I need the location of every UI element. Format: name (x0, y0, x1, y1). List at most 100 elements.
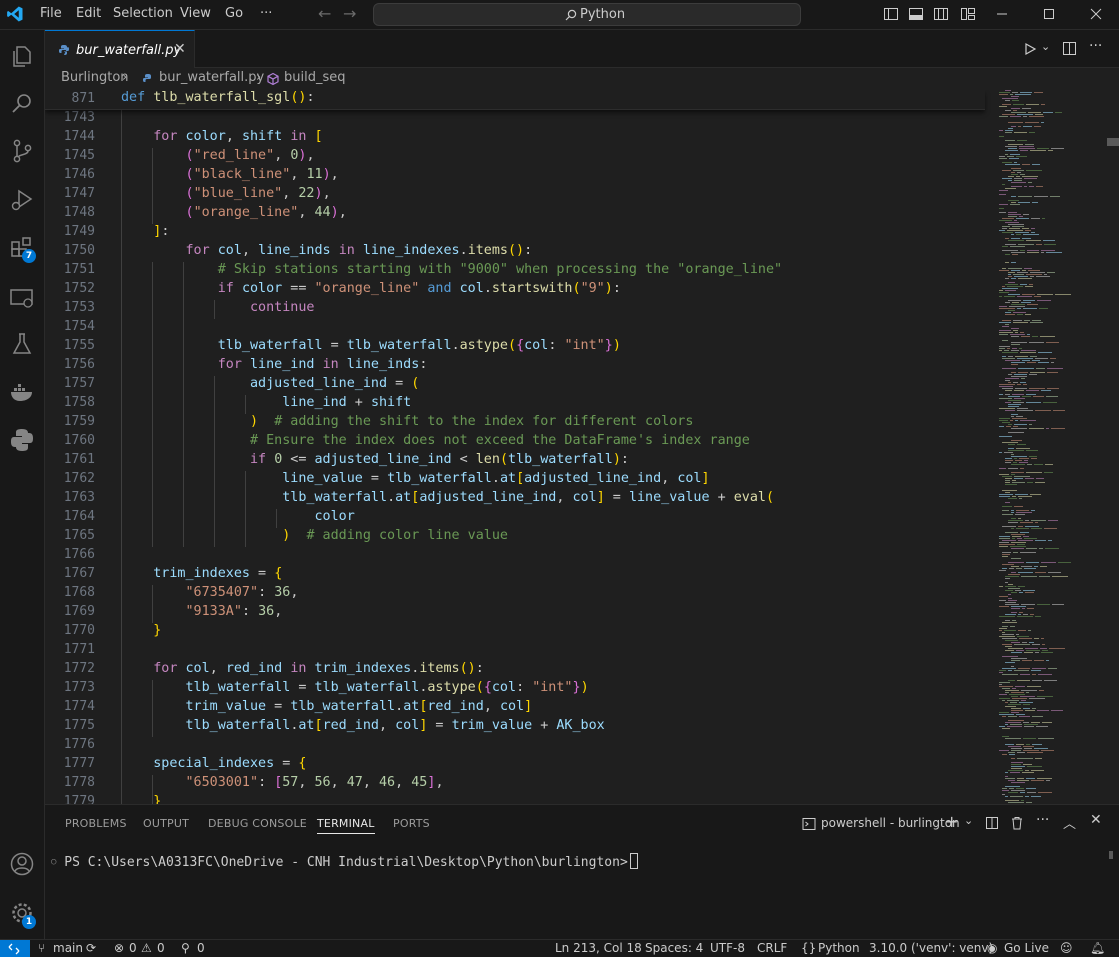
minimap-line (1026, 240, 1041, 241)
terminal-scrollbar-thumb[interactable] (1109, 851, 1113, 859)
remote-indicator[interactable] (0, 940, 30, 957)
minimap-line (1011, 790, 1025, 791)
tab-output[interactable]: OUTPUT (143, 817, 189, 830)
new-terminal-plus-icon[interactable]: + (945, 812, 958, 831)
minimap-line (1008, 300, 1021, 301)
breadcrumb-file[interactable]: bur_waterfall.py (159, 70, 264, 85)
menu-view[interactable]: View (180, 6, 211, 21)
minimap-line (1011, 108, 1020, 109)
menu-go[interactable]: Go (225, 6, 243, 21)
minimap-line (1046, 780, 1050, 781)
minimap-line (1026, 104, 1039, 105)
breadcrumb-folder[interactable]: Burlington (61, 70, 129, 85)
terminal-name[interactable]: powershell - burlington (821, 816, 960, 830)
minimap-line (1023, 116, 1027, 117)
toggle-primary-sidebar-icon[interactable] (883, 6, 899, 22)
customize-layout-icon[interactable] (960, 6, 976, 22)
line-number: 1749 (63, 224, 95, 239)
minimize-icon[interactable] (994, 6, 1010, 22)
code-editor[interactable]: 871 def tlb_waterfall_sgl(): 1743 1744 1… (45, 90, 1119, 804)
minimap-line (999, 350, 1002, 351)
error-count[interactable]: 0 (129, 941, 137, 955)
accounts-icon[interactable] (8, 850, 36, 878)
minimap-line (999, 92, 1010, 93)
minimap-line (1019, 498, 1022, 499)
tab-ports[interactable]: PORTS (393, 817, 430, 830)
sticky-scroll-header[interactable]: 871 def tlb_waterfall_sgl(): (45, 90, 985, 110)
breadcrumb-symbol[interactable]: build_seq (284, 70, 346, 85)
ports-count[interactable]: 0 (197, 941, 205, 955)
minimap-line (1008, 792, 1018, 793)
python-icon[interactable] (8, 426, 36, 454)
minimap-line (1018, 614, 1021, 615)
minimap-line (1015, 494, 1028, 495)
minimap-line (1023, 708, 1030, 709)
tab-terminal[interactable]: TERMINAL (317, 817, 375, 834)
tab-problems[interactable]: PROBLEMS (65, 817, 127, 830)
tab-debug-console[interactable]: DEBUG CONSOLE (208, 817, 307, 830)
run-and-debug-icon[interactable] (8, 186, 36, 214)
minimap-line (1005, 778, 1015, 779)
minimap-line (1025, 314, 1031, 315)
tab-bur-waterfall[interactable]: bur_waterfall.py ✕ (45, 30, 195, 68)
minimap-line (1005, 140, 1015, 141)
docker-icon[interactable] (8, 378, 36, 406)
vertical-scrollbar-thumb[interactable] (1107, 138, 1119, 146)
run-python-file-icon[interactable] (1023, 42, 1037, 56)
split-editor-icon[interactable] (1062, 41, 1077, 56)
command-center-search[interactable]: Python (373, 3, 801, 26)
kill-terminal-trash-icon[interactable] (1010, 816, 1024, 830)
indentation[interactable]: Spaces: 4 (645, 941, 703, 955)
minimap-line (1034, 92, 1043, 93)
line-endings[interactable]: CRLF (757, 941, 787, 955)
split-terminal-icon[interactable] (985, 816, 999, 830)
minimap-line (1028, 630, 1031, 631)
forward-arrow-icon[interactable]: → (343, 4, 356, 23)
minimap-line (999, 682, 1010, 683)
explorer-icon[interactable] (8, 42, 36, 70)
line-number: 1761 (63, 452, 95, 467)
minimap[interactable] (997, 90, 1107, 804)
warning-count[interactable]: 0 (157, 941, 165, 955)
close-tab-icon[interactable]: ✕ (174, 41, 186, 57)
menu-more[interactable]: ··· (260, 6, 272, 21)
minimap-line (1011, 666, 1014, 667)
back-arrow-icon[interactable]: ← (318, 4, 331, 23)
minimap-line (1017, 384, 1021, 385)
terminal-output[interactable]: ○ PS C:\Users\A0313FC\OneDrive - CNH Ind… (51, 853, 638, 870)
minimap-line (1034, 660, 1044, 661)
minimap-line (1035, 758, 1042, 759)
search-view-icon[interactable] (8, 90, 36, 118)
minimap-line (1023, 126, 1032, 127)
language-mode[interactable]: Python (818, 941, 860, 955)
toggle-secondary-sidebar-icon[interactable] (933, 6, 949, 22)
go-live[interactable]: Go Live (1004, 941, 1049, 955)
cursor-position[interactable]: Ln 213, Col 18 (555, 941, 642, 955)
branch-name[interactable]: main (53, 941, 83, 955)
more-actions-icon[interactable]: ··· (1089, 38, 1102, 54)
toggle-panel-icon[interactable] (908, 6, 924, 22)
copilot-icon[interactable]: ☺ (1060, 941, 1073, 955)
source-control-icon[interactable] (8, 137, 36, 165)
minimap-line (1002, 320, 1011, 321)
more-actions-icon[interactable]: ··· (1036, 812, 1049, 828)
minimap-line (999, 322, 1011, 323)
python-interpreter[interactable]: 3.10.0 ('venv': venv) (869, 941, 993, 955)
menu-edit[interactable]: Edit (76, 6, 101, 21)
sync-icon[interactable]: ⟳ (86, 941, 96, 955)
maximize-panel-chevron-icon[interactable]: ︿ (1063, 813, 1076, 832)
minimap-line (1032, 744, 1042, 745)
line-number: 1767 (63, 566, 95, 581)
maximize-icon[interactable] (1041, 6, 1057, 22)
run-dropdown-chevron-icon[interactable]: ⌄ (1041, 40, 1050, 53)
close-window-icon[interactable] (1088, 6, 1104, 22)
terminal-dropdown-chevron-icon[interactable]: ⌄ (964, 814, 973, 827)
menu-selection[interactable]: Selection (113, 6, 173, 21)
remote-explorer-icon[interactable] (8, 284, 36, 312)
menu-file[interactable]: File (40, 6, 62, 21)
notifications-bell-icon[interactable]: 🔔︎ (1090, 941, 1105, 955)
close-panel-icon[interactable]: ✕ (1090, 812, 1102, 828)
testing-icon[interactable] (8, 330, 36, 358)
code-line: for col, red_ind in trim_indexes.items()… (153, 661, 484, 676)
encoding[interactable]: UTF-8 (710, 941, 745, 955)
